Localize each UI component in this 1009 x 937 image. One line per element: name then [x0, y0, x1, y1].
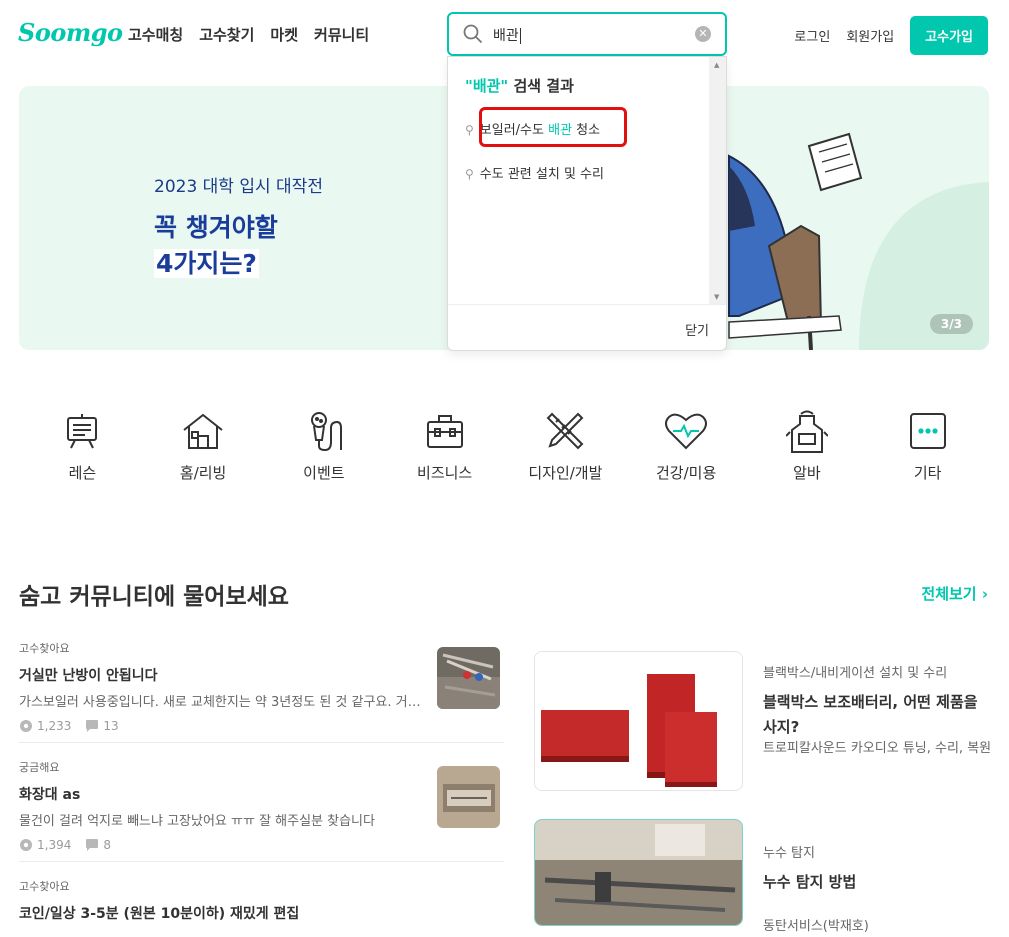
search-value: 배관 — [493, 28, 519, 44]
card-thumbnail — [535, 820, 742, 925]
login-link[interactable]: 로그인 — [794, 26, 830, 45]
post-title: 거실만 난방이 안됩니다 — [19, 668, 158, 684]
comment-icon — [86, 839, 99, 851]
dropdown-footer: 닫기 — [448, 304, 726, 350]
view-count: 1,394 — [37, 838, 72, 852]
nav-find-pro[interactable]: 고수찾기 — [199, 24, 254, 45]
card-tag: 누수 탐지 — [763, 846, 815, 861]
post-tag: 고수찾아요 — [19, 642, 70, 655]
post-body: 가스보일러 사용중입니다. 새로 교체한지는 약 3년정도 된 것 같구요. 거… — [19, 695, 429, 710]
category-health-beauty[interactable]: 건강/미용 — [626, 410, 747, 483]
suggestion-item[interactable]: ⚲ 수도 관련 설치 및 수리 — [465, 163, 604, 182]
search-results-label: 검색 결과 — [513, 77, 574, 95]
community-post[interactable]: 고수찾아요 거실만 난방이 안됩니다 가스보일러 사용중입니다. 새로 교체한지… — [19, 640, 504, 733]
category-label: 비즈니스 — [417, 464, 473, 482]
comment-count: 8 — [103, 838, 111, 852]
more-dots-icon — [909, 413, 946, 449]
category-label: 기타 — [913, 464, 942, 482]
post-title: 화장대 as — [19, 787, 81, 803]
banner-headline: 꼭 챙겨야할 4가지는? — [154, 210, 278, 282]
category-label: 홈/리빙 — [179, 464, 227, 482]
post-meta: 1,394 8 — [19, 838, 504, 852]
post-thumbnail — [437, 766, 500, 828]
eye-icon — [20, 839, 32, 851]
category-label: 알바 — [793, 464, 821, 482]
post-tag: 궁금해요 — [19, 761, 60, 774]
search-results-title: "배관" 검색 결과 — [465, 75, 574, 96]
community-post[interactable]: 고수찾아요 코인/일상 3-5분 (원본 10분이하) 재밌게 편집 — [19, 878, 504, 923]
card-title[interactable]: 누수 탐지 방법 — [763, 870, 993, 895]
category-home-living[interactable]: 홈/리빙 — [143, 410, 264, 483]
category-label: 이벤트 — [303, 464, 345, 482]
microphone-icon — [310, 412, 342, 452]
category-lesson[interactable]: 레슨 — [22, 410, 143, 483]
card-tag: 블랙박스/내비게이션 설치 및 수리 — [763, 666, 948, 681]
post-title: 코인/일상 3-5분 (원본 10분이하) 재밌게 편집 — [19, 906, 300, 922]
card-desc: 동탄서비스(박재호) — [763, 919, 869, 934]
highlight-box — [479, 107, 627, 147]
main-nav: 고수매칭 고수찾기 마켓 커뮤니티 — [128, 24, 369, 45]
card-desc: 트로피칼사운드 카오디오 튜닝, 수리, 복원 — [763, 741, 992, 756]
text-caret — [519, 28, 521, 44]
community-card-image[interactable] — [534, 819, 743, 926]
category-event[interactable]: 이벤트 — [264, 410, 385, 483]
scroll-down-icon[interactable]: ▼ — [714, 293, 719, 301]
heart-pulse-icon — [665, 413, 708, 450]
search-icon: ⚲ — [465, 123, 474, 137]
category-label: 디자인/개발 — [528, 464, 603, 482]
comment-icon — [86, 720, 99, 732]
post-body: 물건이 걸려 억지로 빼느냐 고장났어요 ㅠㅠ 잘 해주실분 찾습니다 — [19, 814, 375, 829]
search-icon: ⚲ — [465, 167, 474, 181]
nav-community[interactable]: 커뮤니티 — [314, 24, 369, 45]
house-icon — [183, 413, 223, 449]
see-all-link[interactable]: 전체보기 › — [921, 583, 988, 604]
eye-icon — [20, 720, 32, 732]
header-actions: 로그인 회원가입 고수가입 — [794, 16, 988, 55]
clear-search-icon[interactable]: ✕ — [695, 26, 711, 42]
banner-headline-line2: 4가지는? — [154, 249, 259, 278]
pencil-ruler-icon — [546, 412, 584, 450]
search-keyword: "배관" — [465, 77, 509, 95]
card-thumbnail — [535, 652, 742, 790]
view-count: 1,233 — [37, 719, 72, 733]
banner-pager[interactable]: 3/3 — [929, 314, 973, 334]
banner-headline-line1: 꼭 챙겨야할 — [154, 213, 278, 242]
apron-icon — [785, 410, 828, 453]
comment-count: 13 — [103, 719, 119, 733]
close-button[interactable]: 닫기 — [685, 320, 709, 339]
scroll-up-icon[interactable]: ▲ — [714, 61, 719, 69]
post-meta: 1,233 13 — [19, 719, 504, 733]
signup-link[interactable]: 회원가입 — [846, 26, 894, 45]
category-label: 레슨 — [68, 464, 97, 482]
search-suggestions-dropdown: "배관" 검색 결과 ⚲ 보일러/수도 배관 청소 ⚲ 수도 관련 설치 및 수리 … — [447, 56, 727, 351]
community-card-image[interactable] — [534, 651, 743, 791]
category-parttime[interactable]: 알바 — [747, 410, 868, 483]
category-label: 건강/미용 — [655, 464, 717, 482]
category-bar: 레슨 홈/리빙 이벤트 비즈니스 디자인/개발 건강/미용 알바 기타 — [22, 410, 988, 483]
search-icon — [463, 24, 483, 44]
divider — [19, 742, 504, 743]
divider — [19, 861, 504, 862]
category-business[interactable]: 비즈니스 — [384, 410, 505, 483]
lesson-easel-icon — [67, 414, 98, 449]
community-title: 숨고 커뮤니티에 물어보세요 — [19, 584, 289, 610]
nav-pro-matching[interactable]: 고수매칭 — [128, 24, 183, 45]
category-etc[interactable]: 기타 — [867, 410, 988, 483]
search-input[interactable]: 배관 ✕ — [447, 12, 727, 56]
nav-market[interactable]: 마켓 — [270, 24, 298, 45]
soomgo-logo[interactable]: Soomgo — [18, 18, 123, 47]
briefcase-icon — [426, 415, 463, 448]
banner-subtitle: 2023 대학 입시 대작전 — [154, 177, 323, 197]
pro-join-button[interactable]: 고수가입 — [910, 16, 988, 55]
community-post[interactable]: 궁금해요 화장대 as 물건이 걸려 억지로 빼느냐 고장났어요 ㅠㅠ 잘 해주… — [19, 759, 504, 852]
post-tag: 고수찾아요 — [19, 880, 70, 893]
post-thumbnail — [437, 647, 500, 709]
scrollbar[interactable]: ▲ ▼ — [709, 57, 726, 305]
category-design-dev[interactable]: 디자인/개발 — [505, 410, 626, 483]
card-title[interactable]: 블랙박스 보조배터리, 어떤 제품을 사지? — [763, 690, 993, 740]
